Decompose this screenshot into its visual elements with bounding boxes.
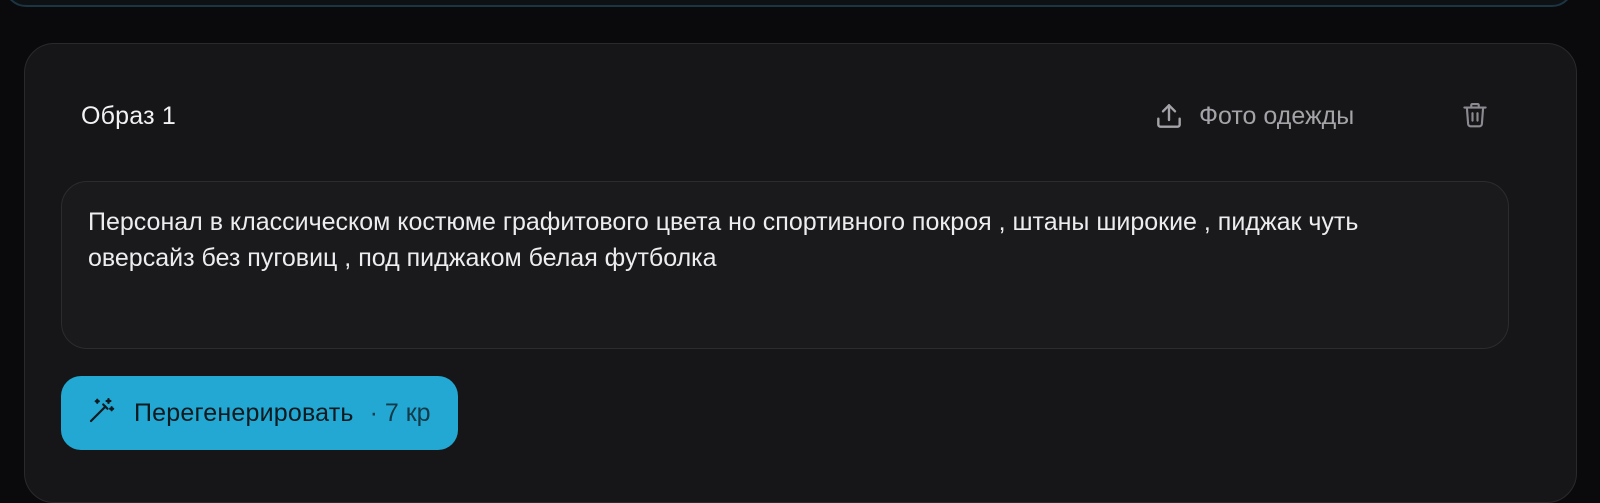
regenerate-label: Перегенерировать — [134, 398, 354, 427]
regenerate-button[interactable]: Перегенерировать · 7 кр — [61, 376, 458, 450]
delete-look-button[interactable] — [1459, 100, 1491, 134]
look-title: Образ 1 — [81, 102, 177, 130]
look-card: Образ 1 Фото одежды Персонал в классичес… — [24, 43, 1577, 503]
magic-wand-icon — [86, 396, 116, 431]
previous-card — [4, 0, 1574, 7]
regenerate-cost: · 7 кр — [369, 398, 431, 427]
prompt-textarea[interactable]: Персонал в классическом костюме графитов… — [61, 181, 1509, 349]
trash-icon — [1460, 99, 1490, 136]
upload-photo-label: Фото одежды — [1199, 101, 1355, 130]
upload-icon — [1153, 100, 1185, 132]
prompt-text[interactable]: Персонал в классическом костюме графитов… — [88, 204, 1388, 276]
upload-photo-button[interactable]: Фото одежды — [1153, 96, 1354, 136]
